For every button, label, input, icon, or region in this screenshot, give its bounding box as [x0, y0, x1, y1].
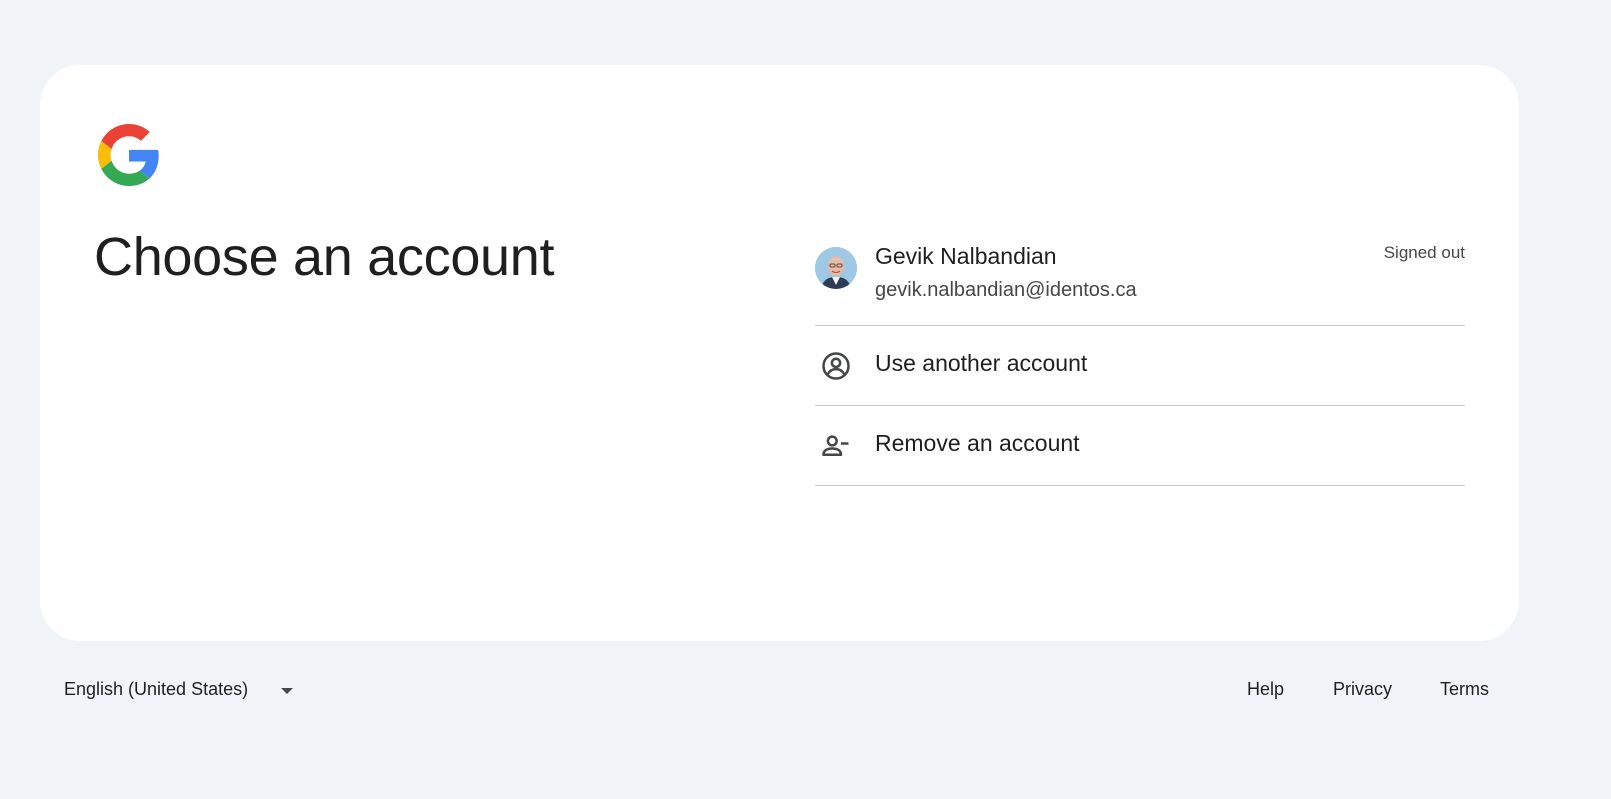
- help-link[interactable]: Help: [1247, 679, 1284, 700]
- terms-link[interactable]: Terms: [1440, 679, 1489, 700]
- use-another-account-button[interactable]: Use another account: [815, 326, 1465, 406]
- use-another-account-label: Use another account: [875, 350, 1088, 376]
- account-item[interactable]: Gevik Nalbandian gevik.nalbandian@idento…: [815, 235, 1465, 326]
- account-status: Signed out: [1383, 243, 1465, 262]
- chevron-down-icon[interactable]: [281, 688, 293, 694]
- avatar-photo-icon: [815, 247, 857, 289]
- signin-card: Choose an account Gevik Nalbandian gevik…: [40, 65, 1519, 641]
- language-label: English (United States): [64, 679, 249, 699]
- privacy-link[interactable]: Privacy: [1333, 679, 1392, 700]
- footer: English (United States) Help Privacy Ter…: [0, 676, 1611, 706]
- account-email: gevik.nalbandian@identos.ca: [875, 279, 1137, 301]
- avatar: [815, 247, 857, 289]
- account-list: Gevik Nalbandian gevik.nalbandian@idento…: [815, 235, 1465, 486]
- google-logo-icon: [98, 124, 159, 186]
- language-select[interactable]: English (United States): [64, 679, 248, 700]
- remove-account-label: Remove an account: [875, 430, 1080, 456]
- person-remove-icon: [822, 435, 849, 456]
- account-circle-icon: [822, 352, 850, 380]
- account-name: Gevik Nalbandian: [875, 243, 1057, 269]
- remove-account-button[interactable]: Remove an account: [815, 406, 1465, 486]
- page-title: Choose an account: [94, 227, 555, 287]
